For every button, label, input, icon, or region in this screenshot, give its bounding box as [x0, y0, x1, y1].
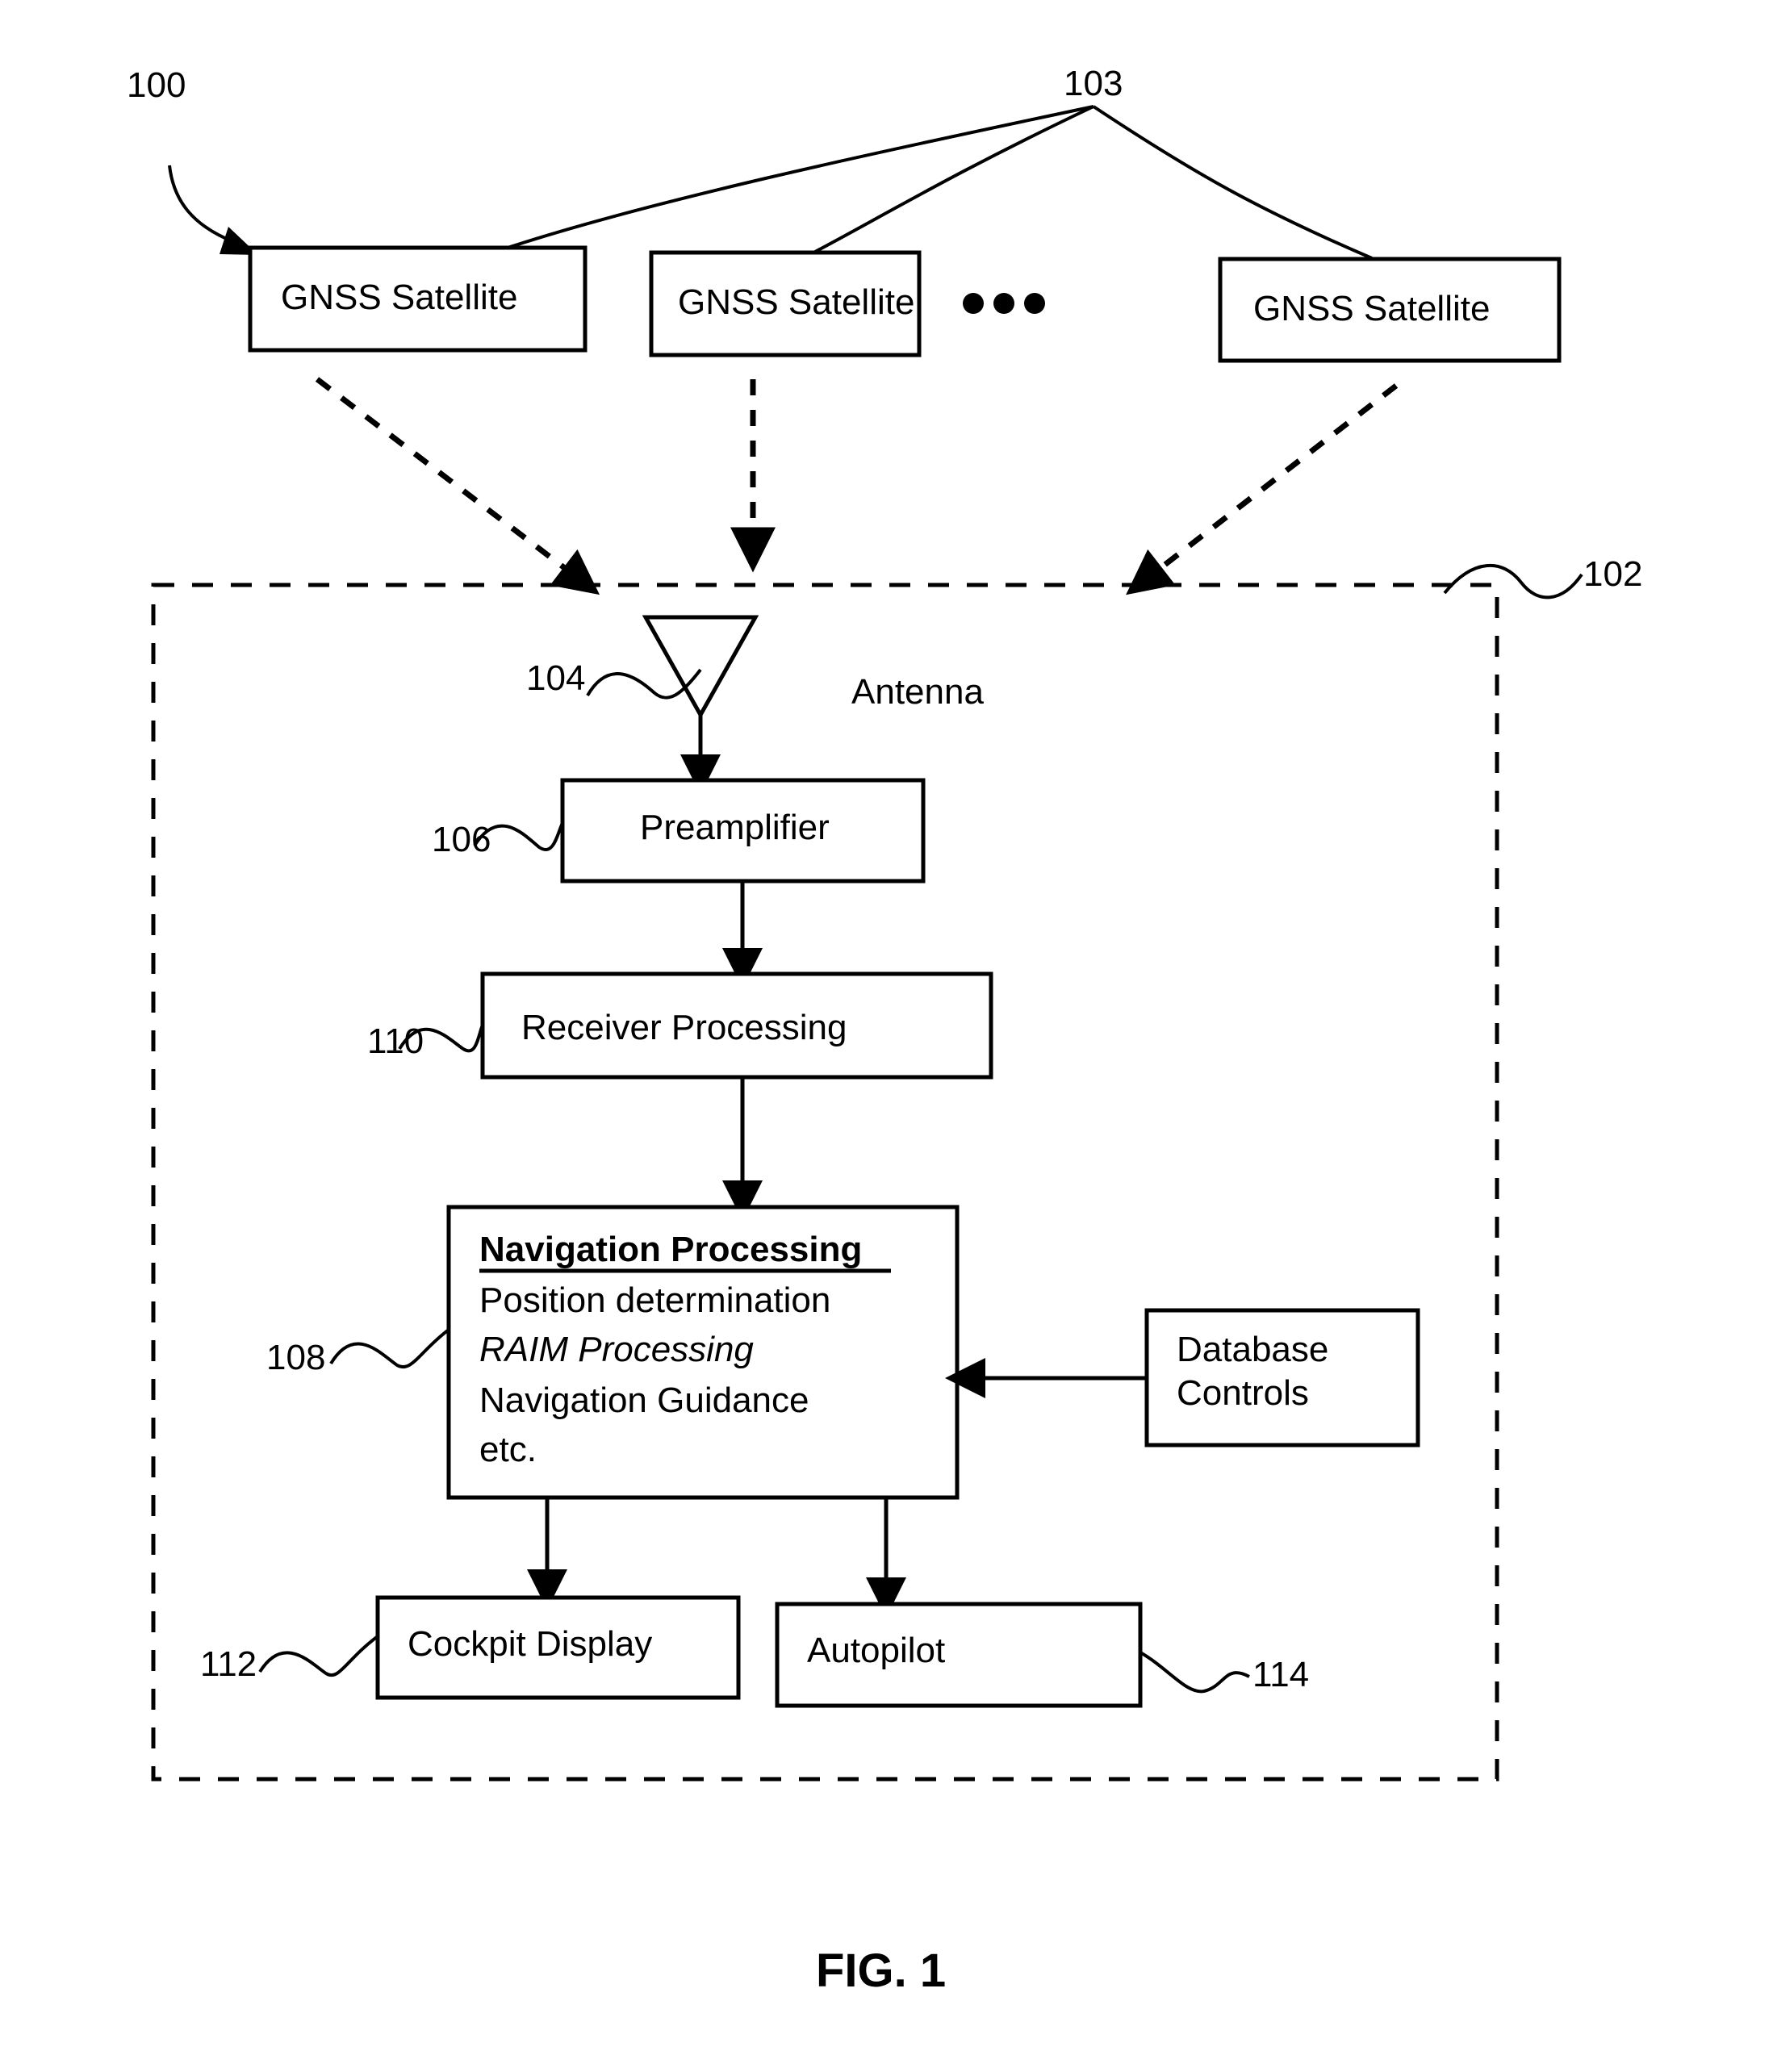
gnss-satellite-label-1: GNSS Satellite — [281, 278, 517, 317]
patent-figure-page: 100 103 GNSS Satellite GNSS Satellite GN… — [0, 0, 1773, 2072]
ref-100: 100 — [127, 65, 186, 105]
ref-102-leader — [1443, 564, 1583, 599]
autopilot-label: Autopilot — [807, 1631, 945, 1670]
nav-line-4: etc. — [479, 1430, 537, 1469]
cockpit-display-label: Cockpit Display — [408, 1624, 652, 1664]
ref-102: 102 — [1583, 554, 1642, 594]
navigation-processing-title: Navigation Processing — [479, 1230, 862, 1269]
ref-108-leader — [329, 1328, 450, 1368]
nav-line-2: RAIM Processing — [479, 1330, 754, 1369]
figure-canvas: 100 103 GNSS Satellite GNSS Satellite GN… — [127, 64, 1642, 1997]
signal-arrow-1 — [315, 377, 600, 595]
ref-110: 110 — [367, 1021, 424, 1061]
ref-112-leader — [258, 1635, 379, 1677]
database-controls-line1: Database — [1177, 1330, 1328, 1369]
receiver-processing-label: Receiver Processing — [521, 1008, 847, 1047]
ref-114-leader — [1139, 1651, 1250, 1694]
ref-108: 108 — [266, 1338, 325, 1377]
database-controls-line2: Controls — [1177, 1373, 1309, 1413]
nav-line-1: Position determination — [479, 1280, 830, 1320]
antenna-icon — [642, 615, 759, 720]
ref-106: 106 — [432, 820, 491, 859]
ref-103: 103 — [1064, 64, 1123, 103]
ref-114: 114 — [1252, 1655, 1309, 1694]
ref-112: 112 — [200, 1644, 257, 1684]
receiver-boundary-102 — [151, 583, 1499, 1782]
ref-104: 104 — [526, 658, 585, 698]
ref-100-leader — [168, 165, 235, 244]
satellite-ellipsis — [963, 293, 1045, 314]
antenna-label: Antenna — [851, 672, 984, 712]
gnss-satellite-label-3: GNSS Satellite — [1253, 289, 1490, 328]
constellation-line-2 — [814, 105, 1094, 253]
figure-caption: FIG. 1 — [816, 1945, 946, 1997]
gnss-satellite-label-2: GNSS Satellite — [678, 282, 914, 322]
constellation-line-1 — [500, 105, 1094, 252]
preamplifier-label: Preamplifier — [640, 808, 830, 847]
signal-arrow-3 — [1126, 383, 1399, 595]
constellation-line-3 — [1092, 105, 1373, 260]
nav-line-3: Navigation Guidance — [479, 1381, 809, 1420]
